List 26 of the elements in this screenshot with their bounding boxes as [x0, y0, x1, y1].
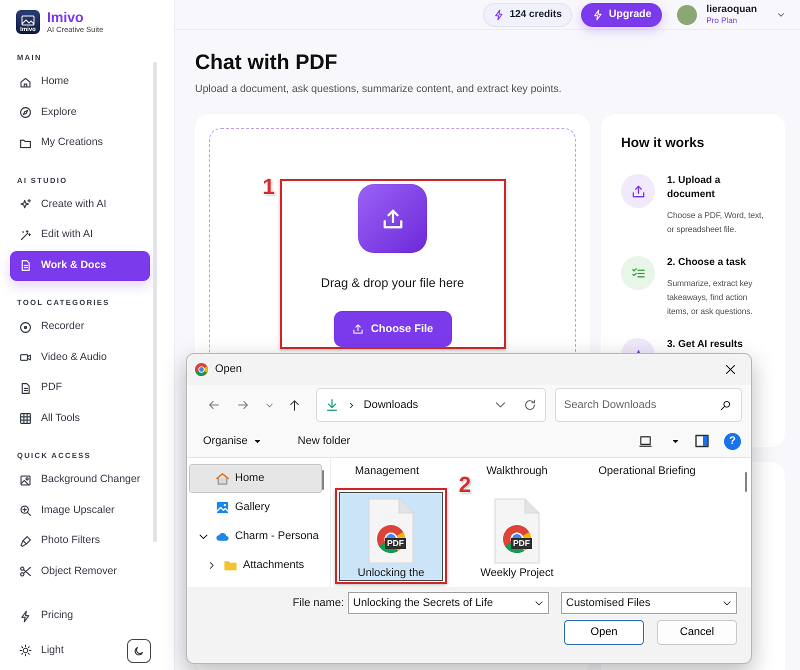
file-type-label: PDF: [511, 538, 532, 549]
file-name: Management: [354, 465, 420, 478]
file-type-label: PDF: [385, 538, 406, 549]
user-plan: Pro Plan: [706, 16, 738, 26]
card-title: How it works: [621, 134, 706, 152]
user-name: lieraoquan: [706, 4, 757, 16]
step-title: 2. Choose a task: [667, 256, 747, 270]
annotation-number: 2: [458, 474, 471, 496]
file-name: Weekly Project: [480, 567, 554, 580]
step-description: Summarize, extract key takeaways, find action items, or ask questions.: [667, 277, 754, 318]
annotation-number: 1: [262, 176, 275, 198]
drop-prompt: Drag & drop your file here: [320, 275, 464, 291]
credits-count: 124 credits: [510, 8, 562, 22]
dialog-title: Open: [215, 362, 242, 378]
brand-name: Imivo: [47, 10, 85, 24]
page-title: Chat with PDF: [195, 50, 338, 76]
theme-label: Light: [41, 642, 64, 658]
step-description: Choose a PDF, Word, text, or spreadsheet file.: [667, 209, 764, 236]
file-name: Unlocking the: [358, 567, 424, 580]
file-name: Walkthrough: [486, 465, 548, 478]
step-title: 1. Upload a document: [667, 174, 722, 202]
page-subtitle: Upload a document, ask questions, summarize content, and extract key points.: [195, 82, 563, 96]
file-name-label: File name:: [292, 596, 344, 611]
step-title: 3. Get AI results: [667, 338, 743, 352]
file-name: Operational Briefing: [598, 465, 696, 478]
current-folder: Downloads: [364, 398, 418, 413]
